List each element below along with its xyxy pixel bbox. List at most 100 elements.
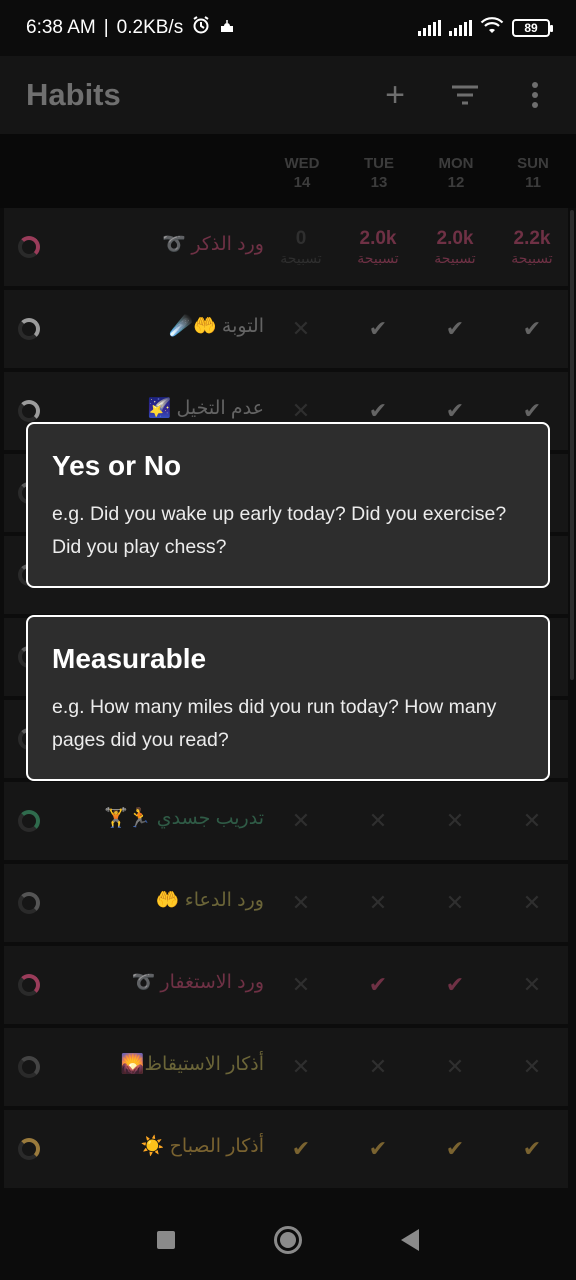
habit-checkmark-cell[interactable]: ✕: [497, 782, 567, 860]
habit-checkmark-cell[interactable]: ✕: [266, 782, 336, 860]
habit-row[interactable]: ورد الدعاء 🤲 ✕ ✕ ✕ ✕: [4, 864, 568, 942]
habit-score-ring-icon: [18, 974, 40, 996]
habit-value: 0: [295, 228, 307, 249]
day-tue: TUE 13: [364, 155, 394, 191]
cross-icon: ✕: [291, 808, 311, 833]
habit-score-ring-icon: [18, 892, 40, 914]
habit-checkmark-cell[interactable]: ✕: [497, 864, 567, 942]
habit-row[interactable]: ورد الاستغفار ➰ ✕ ✔ ✔ ✕: [4, 946, 568, 1024]
scrollbar[interactable]: [570, 210, 574, 680]
habit-checkmark-cell[interactable]: ✔: [343, 290, 413, 368]
habit-name: أذكار الاستيقاظ🌄: [120, 1054, 264, 1075]
habit-checkmark-cell[interactable]: 0 تسبيحة: [266, 208, 336, 286]
habit-row[interactable]: تدريب جسدي 🏃🏋️ ✕ ✕ ✕ ✕: [4, 782, 568, 860]
option-title: Yes or No: [52, 450, 182, 481]
habit-name: عدم التخيل 🌠: [147, 398, 264, 419]
habit-checkmark-cell[interactable]: ✕: [420, 864, 490, 942]
cross-icon: ✕: [291, 398, 311, 423]
check-icon: ✔: [445, 398, 465, 423]
home-circle-icon[interactable]: [273, 1225, 303, 1255]
check-icon: ✔: [368, 316, 388, 341]
habit-checkmark-cell[interactable]: ✔: [420, 290, 490, 368]
battery-icon: 89: [512, 19, 553, 37]
day-header: WED 14 TUE 13 MON 12 SUN 11: [0, 134, 576, 208]
cross-icon: ✕: [291, 972, 311, 997]
habit-checkmark-cell[interactable]: ✔: [343, 1110, 413, 1188]
signal-icon: [418, 20, 441, 36]
cross-icon: ✕: [368, 808, 388, 833]
habit-checkmark-cell[interactable]: ✔: [497, 290, 567, 368]
cross-icon: ✕: [522, 890, 542, 915]
recents-square-icon[interactable]: [151, 1225, 181, 1255]
habit-name: تدريب جسدي 🏃🏋️: [104, 808, 264, 829]
status-speed: 0.2KB/s: [116, 17, 184, 38]
app-bar: Habits +: [0, 56, 576, 134]
habit-row[interactable]: ورد الذكر ➰ 0 تسبيحة 2.0k تسبيحة 2.0k تسبيحة 2.…: [4, 208, 568, 286]
habit-checkmark-cell[interactable]: ✔: [343, 946, 413, 1024]
filter-icon[interactable]: [450, 78, 480, 112]
option-yes-or-no[interactable]: Yes or No e.g. Did you wake up early tod…: [26, 422, 550, 588]
check-icon: ✔: [522, 316, 542, 341]
habit-checkmark-cell[interactable]: ✕: [266, 864, 336, 942]
day-sun: SUN 11: [517, 155, 549, 191]
habit-checkmark-cell[interactable]: 2.0k تسبيحة: [343, 208, 413, 286]
habit-row[interactable]: أذكار الاستيقاظ🌄 ✕ ✕ ✕ ✕: [4, 1028, 568, 1106]
cross-icon: ✕: [445, 1054, 465, 1079]
wifi-icon: [480, 15, 504, 41]
option-description: e.g. Did you wake up early today? Did yo…: [52, 503, 507, 558]
habit-score-ring-icon: [18, 400, 40, 422]
check-icon: ✔: [445, 316, 465, 341]
habit-checkmark-cell[interactable]: ✕: [420, 782, 490, 860]
alarm-icon: [191, 15, 211, 41]
habit-checkmark-cell[interactable]: ✕: [343, 1028, 413, 1106]
habit-name: أذكار الصباح ☀️: [140, 1136, 264, 1157]
check-icon: ✔: [368, 1136, 388, 1161]
habit-checkmark-cell[interactable]: ✕: [420, 1028, 490, 1106]
add-icon[interactable]: +: [380, 76, 410, 114]
habit-checkmark-cell[interactable]: ✕: [497, 1028, 567, 1106]
habit-score-ring-icon: [18, 1056, 40, 1078]
option-measurable[interactable]: Measurable e.g. How many miles did you r…: [26, 615, 550, 781]
habit-value: 2.0k: [436, 228, 474, 249]
nav-bar: [0, 1200, 576, 1280]
habit-score-ring-icon: [18, 1138, 40, 1160]
check-icon: ✔: [368, 972, 388, 997]
habit-checkmark-cell[interactable]: ✕: [266, 1028, 336, 1106]
habit-checkmark-cell[interactable]: ✕: [497, 946, 567, 1024]
page-title: Habits: [26, 77, 121, 112]
habit-checkmark-cell[interactable]: ✔: [266, 1110, 336, 1188]
habit-unit: تسبيحة: [511, 250, 553, 266]
habit-checkmark-cell[interactable]: ✕: [343, 782, 413, 860]
habit-checkmark-cell[interactable]: ✔: [420, 1110, 490, 1188]
check-icon: ✔: [368, 398, 388, 423]
habit-score-ring-icon: [18, 236, 40, 258]
signal-icon: [449, 20, 472, 36]
status-left: 6:38 AM | 0.2KB/s: [26, 15, 235, 41]
habit-unit: تسبيحة: [280, 250, 322, 266]
cross-icon: ✕: [368, 890, 388, 915]
cross-icon: ✕: [368, 1054, 388, 1079]
habit-checkmark-cell[interactable]: ✔: [420, 946, 490, 1024]
habit-checkmark-cell[interactable]: ✔: [497, 1110, 567, 1188]
cross-icon: ✕: [522, 808, 542, 833]
cross-icon: ✕: [291, 316, 311, 341]
habit-unit: تسبيحة: [434, 250, 476, 266]
habit-value: 2.0k: [359, 228, 397, 249]
habit-score-ring-icon: [18, 318, 40, 340]
habit-checkmark-cell[interactable]: ✕: [266, 290, 336, 368]
status-bar: 6:38 AM | 0.2KB/s 89: [0, 0, 576, 56]
cross-icon: ✕: [522, 1054, 542, 1079]
habit-checkmark-cell[interactable]: 2.0k تسبيحة: [420, 208, 490, 286]
habit-checkmark-cell[interactable]: ✕: [343, 864, 413, 942]
habit-checkmark-cell[interactable]: 2.2k تسبيحة: [497, 208, 567, 286]
habit-name: التوبة 🤲☄️: [169, 316, 264, 337]
check-icon: ✔: [445, 972, 465, 997]
habit-row[interactable]: التوبة 🤲☄️ ✕ ✔ ✔ ✔: [4, 290, 568, 368]
more-vert-icon[interactable]: [520, 78, 550, 112]
cross-icon: ✕: [445, 890, 465, 915]
back-triangle-icon[interactable]: [395, 1225, 425, 1255]
habit-value: 2.2k: [513, 228, 551, 249]
habit-checkmark-cell[interactable]: ✕: [266, 946, 336, 1024]
habit-row[interactable]: أذكار الصباح ☀️ ✔ ✔ ✔ ✔: [4, 1110, 568, 1188]
day-wed: WED 14: [284, 155, 320, 191]
